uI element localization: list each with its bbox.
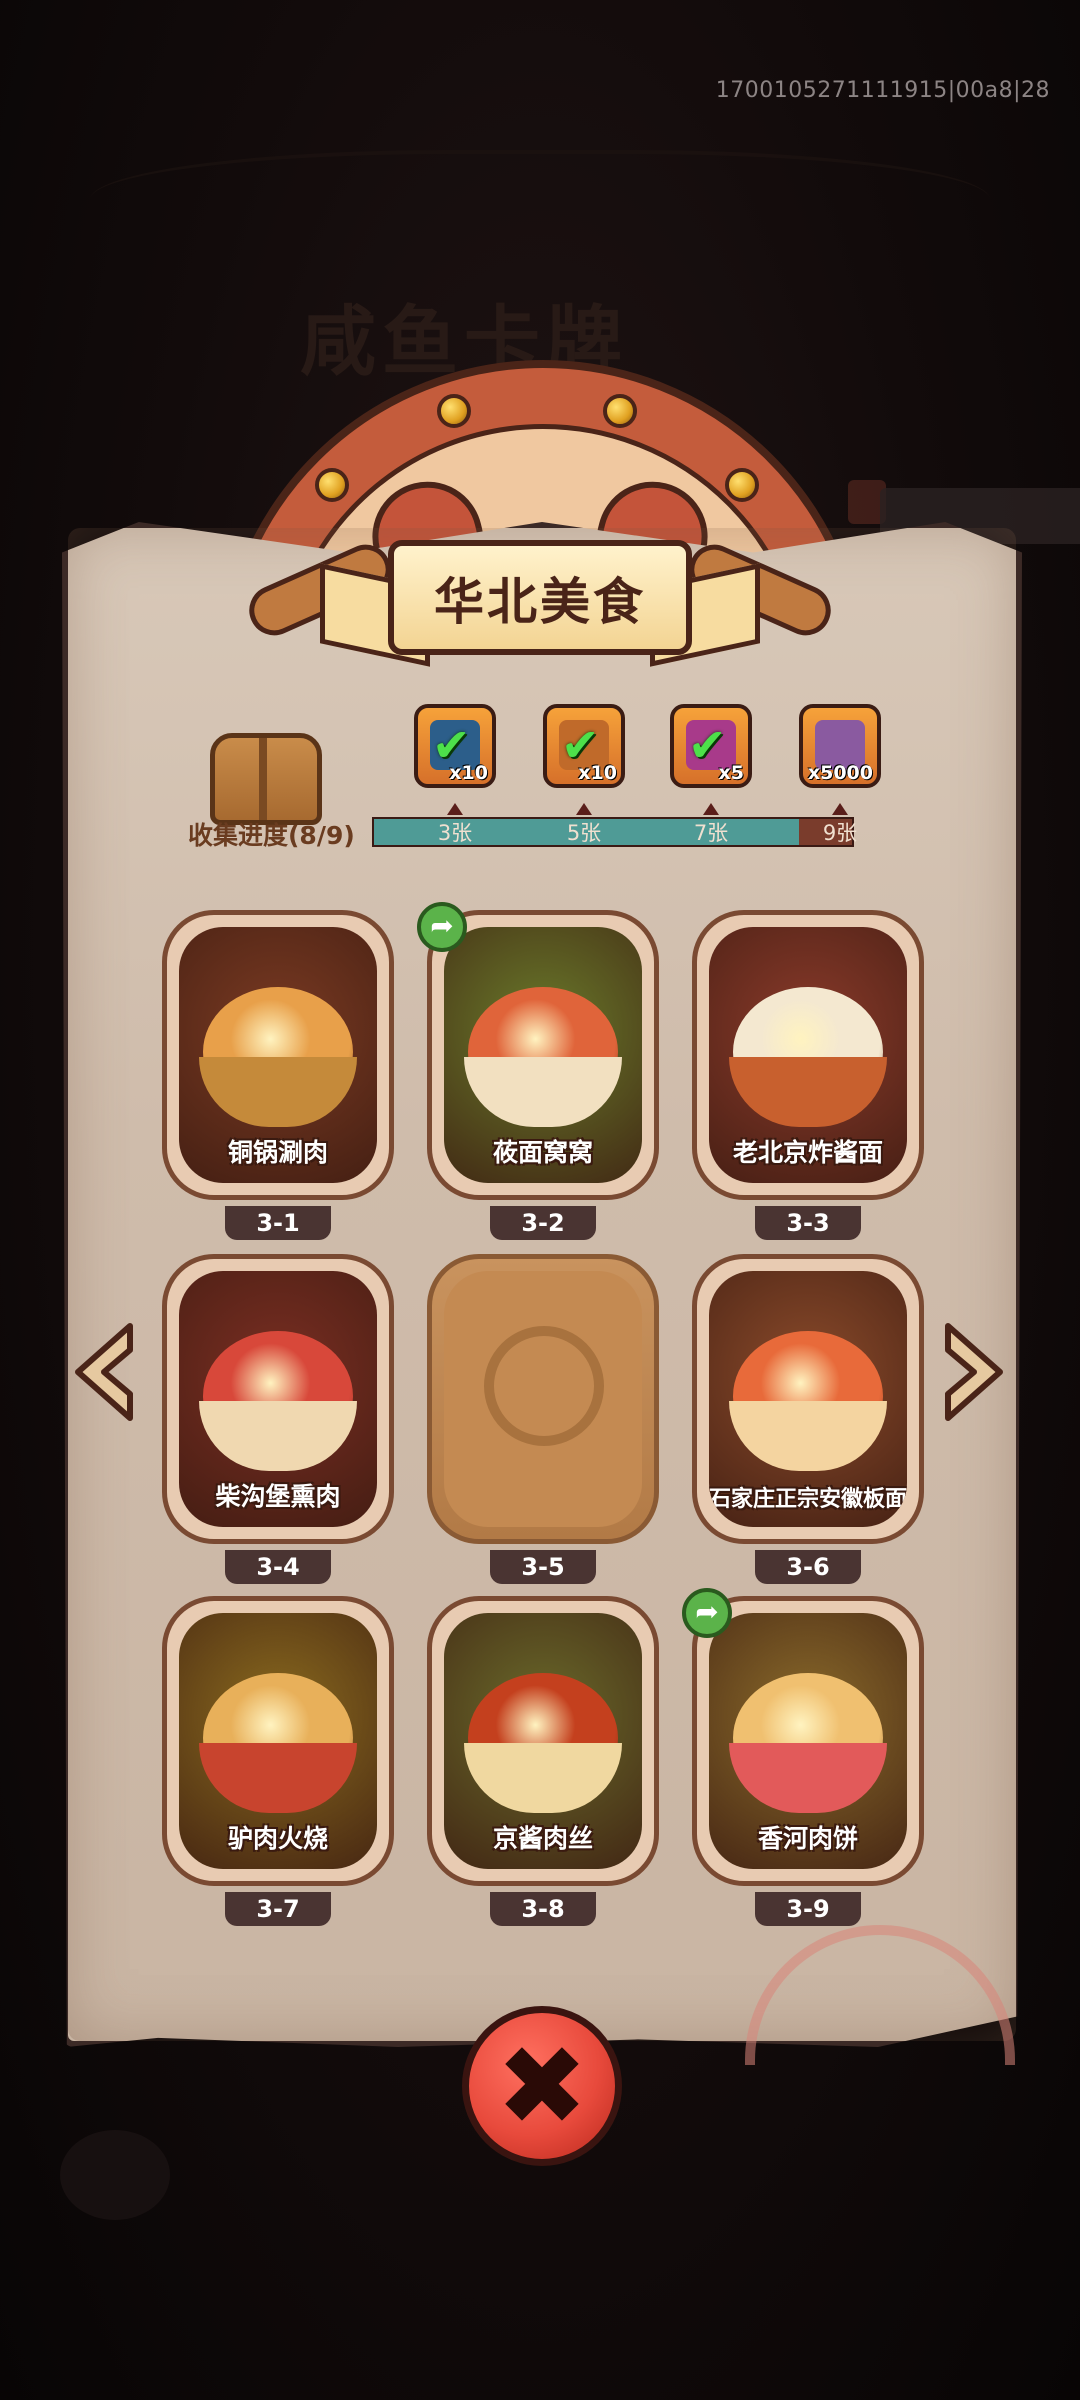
milestone-label: 7张 [693,821,729,845]
card-title: 铜锅涮肉 [227,1138,328,1167]
milestone-label: 3张 [437,821,473,845]
locked-card-face [444,1271,642,1527]
food-card[interactable]: 铜锅涮肉 [162,910,394,1200]
card-number: 3-8 [490,1892,596,1926]
orange-chest-icon[interactable]: ✔ x10 [543,704,625,788]
dish-plate [464,1057,622,1127]
dish-plate [729,1743,887,1813]
purple-orb-icon[interactable]: ✔ x5 [670,704,752,788]
next-arrow-icon[interactable] [942,1320,1008,1424]
blue-chest-icon[interactable]: ✔ x10 [414,704,496,788]
stud-decoration [437,394,471,428]
dish-plate [199,1743,357,1813]
food-illustration: 石家庄正宗安徽板面 [709,1271,907,1527]
card-number: 3-1 [225,1206,331,1240]
panel-title: 华北美食 [434,572,646,631]
food-card[interactable]: 莜面窝窝 [427,910,659,1200]
card-title: 香河肉饼 [757,1824,858,1853]
food-illustration: 京酱肉丝 [444,1613,642,1869]
dish-plate [729,1401,887,1471]
dish-plate [199,1401,357,1471]
close-icon: ✖ [495,2022,589,2150]
food-illustration: 莜面窝窝 [444,927,642,1183]
milestone-marker [703,803,719,815]
dish-plate [729,1057,887,1127]
stud-decoration [603,394,637,428]
card-number: 3-6 [755,1550,861,1584]
card-title: 柴沟堡熏肉 [215,1482,341,1511]
food-card[interactable]: 柴沟堡熏肉 [162,1254,394,1544]
food-card[interactable]: 京酱肉丝 [427,1596,659,1886]
food-card[interactable] [427,1254,659,1544]
card-title: 石家庄正宗安徽板面 [709,1487,907,1512]
milestone-marker [447,803,463,815]
crystal-icon[interactable]: x5000 [799,704,881,788]
food-illustration: 老北京炸酱面 [709,927,907,1183]
reward-count: x10 [449,762,488,784]
stud-decoration [725,468,759,502]
card-title: 莜面窝窝 [492,1138,593,1167]
card-title: 驴肉火烧 [227,1824,328,1853]
food-illustration: 柴沟堡熏肉 [179,1271,377,1527]
dish-plate [464,1743,622,1813]
milestone-marker [832,803,848,815]
reward-count: x5000 [807,762,873,784]
share-icon[interactable]: ➦ [682,1588,732,1638]
card-number: 3-5 [490,1550,596,1584]
food-card[interactable]: 驴肉火烧 [162,1596,394,1886]
card-number: 3-4 [225,1550,331,1584]
stud-decoration [315,468,349,502]
food-illustration: 香河肉饼 [709,1613,907,1869]
background-decoration [90,150,990,274]
card-title: 京酱肉丝 [492,1824,593,1853]
device-id-text: 1700105271111915|00a8|28 [715,78,1050,103]
card-number: 3-3 [755,1206,861,1240]
locked-emblem-icon [484,1326,604,1446]
progress-label: 收集进度(8/9) [188,821,355,850]
milestone-marker [576,803,592,815]
food-card[interactable]: 香河肉饼 [692,1596,924,1886]
food-card[interactable]: 石家庄正宗安徽板面 [692,1254,924,1544]
collection-book-icon[interactable] [210,733,322,825]
prev-arrow-icon[interactable] [70,1320,136,1424]
food-illustration: 驴肉火烧 [179,1613,377,1869]
card-title: 老北京炸酱面 [732,1138,883,1167]
milestone-label: 5张 [566,821,602,845]
card-number: 3-2 [490,1206,596,1240]
card-number: 3-7 [225,1892,331,1926]
dish-plate [199,1057,357,1127]
reward-count: x5 [718,762,744,784]
milestone-label: 9张 [822,821,858,845]
title-banner: 华北美食 [388,540,692,655]
close-button[interactable]: ✖ [462,2006,622,2166]
background-decoration [60,2130,170,2220]
food-illustration: 铜锅涮肉 [179,927,377,1183]
share-icon[interactable]: ➦ [417,902,467,952]
card-number: 3-9 [755,1892,861,1926]
reward-count: x10 [578,762,617,784]
food-card[interactable]: 老北京炸酱面 [692,910,924,1200]
